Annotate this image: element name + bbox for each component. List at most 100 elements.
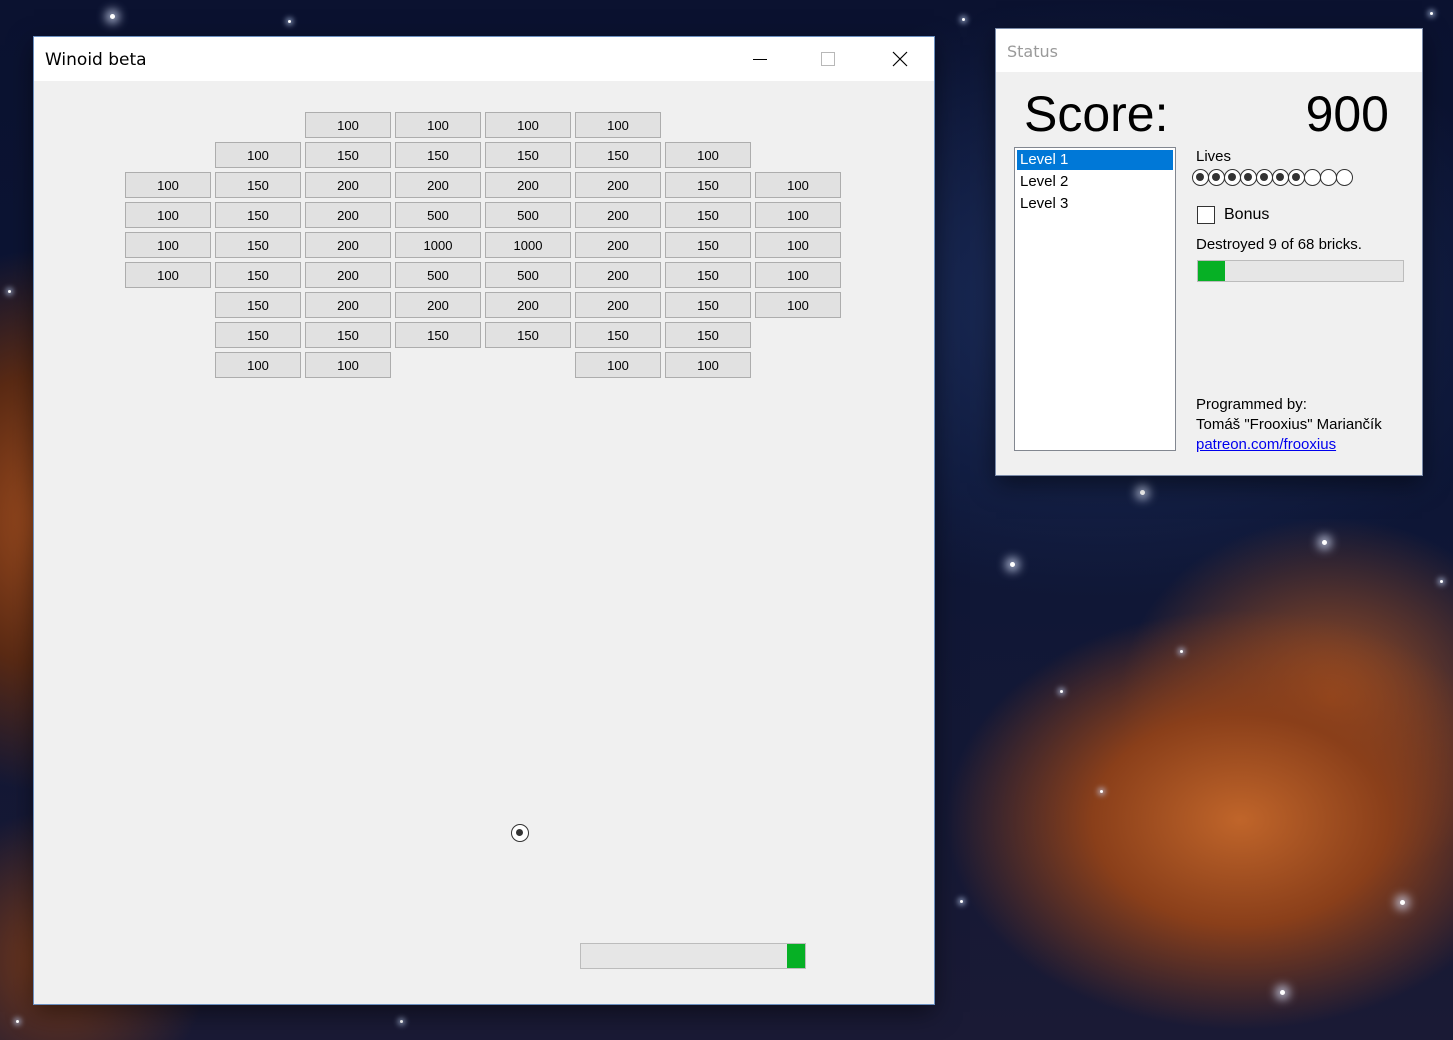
level-item[interactable]: Level 2 (1017, 172, 1173, 192)
brick: 100 (575, 352, 661, 378)
bonus-checkbox[interactable]: Bonus (1197, 206, 1269, 224)
brick: 150 (665, 262, 751, 288)
brick: 500 (485, 202, 571, 228)
brick: 100 (755, 172, 841, 198)
patreon-link[interactable]: patreon.com/frooxius (1196, 436, 1336, 453)
life-full-icon (1240, 169, 1257, 186)
brick: 100 (395, 112, 481, 138)
life-full-icon (1192, 169, 1209, 186)
brick: 200 (305, 262, 391, 288)
ball (511, 824, 529, 842)
brick: 150 (215, 202, 301, 228)
brick: 100 (125, 202, 211, 228)
credits: Programmed by: Tomáš "Frooxius" Mariančí… (1196, 395, 1382, 455)
bricks-progress-bar (1197, 260, 1404, 282)
star (1280, 990, 1285, 995)
star (1180, 650, 1183, 653)
bonus-label: Bonus (1224, 206, 1270, 223)
brick: 100 (125, 232, 211, 258)
close-button[interactable] (877, 37, 923, 81)
brick: 150 (575, 142, 661, 168)
brick: 150 (665, 322, 751, 348)
title-bar[interactable]: Winoid beta (34, 37, 934, 81)
status-window-title: Status (1007, 42, 1058, 61)
brick: 150 (485, 322, 571, 348)
game-window: Winoid beta 100 100 100 100 100 150 150 150 150 1… (34, 37, 934, 1004)
lives-label: Lives (1196, 148, 1232, 165)
brick: 100 (125, 172, 211, 198)
brick: 100 (215, 352, 301, 378)
brick: 100 (755, 202, 841, 228)
brick: 500 (485, 262, 571, 288)
brick: 150 (215, 292, 301, 318)
brick: 100 (755, 292, 841, 318)
star (1060, 690, 1063, 693)
score-value: 900 (1305, 86, 1389, 142)
brick: 150 (485, 142, 571, 168)
brick: 100 (125, 262, 211, 288)
life-full-icon (1272, 169, 1289, 186)
brick: 100 (305, 112, 391, 138)
maximize-icon (821, 52, 835, 66)
brick: 150 (215, 322, 301, 348)
brick: 200 (485, 172, 571, 198)
star (1430, 12, 1433, 15)
brick: 500 (395, 262, 481, 288)
star (110, 14, 115, 19)
brick: 200 (575, 202, 661, 228)
brick: 150 (575, 322, 661, 348)
life-full-icon (1256, 169, 1273, 186)
paddle[interactable] (580, 943, 806, 969)
brick: 1000 (485, 232, 571, 258)
star (8, 290, 11, 293)
level-item[interactable]: Level 3 (1017, 194, 1173, 214)
brick: 150 (305, 322, 391, 348)
brick: 200 (575, 172, 661, 198)
life-empty-icon (1320, 169, 1337, 186)
life-full-icon (1208, 169, 1225, 186)
score-label: Score: (1024, 86, 1169, 142)
brick: 200 (305, 172, 391, 198)
lives-indicator (1192, 169, 1353, 191)
level-list[interactable]: Level 1 Level 2 Level 3 (1014, 147, 1176, 451)
brick: 200 (305, 232, 391, 258)
star (16, 1020, 19, 1023)
maximize-button[interactable] (805, 37, 851, 81)
minimize-icon (753, 58, 767, 60)
brick: 100 (305, 352, 391, 378)
checkbox-box[interactable] (1197, 206, 1215, 224)
window-title: Winoid beta (45, 50, 147, 70)
brick: 200 (395, 172, 481, 198)
star (400, 1020, 403, 1023)
status-window: Status Score: 900 Level 1 Level 2 Level … (996, 29, 1422, 475)
progress-fill (1198, 261, 1226, 281)
status-title-bar[interactable]: Status (996, 29, 1422, 72)
brick: 150 (395, 142, 481, 168)
level-item[interactable]: Level 1 (1017, 150, 1173, 170)
close-icon (892, 51, 908, 67)
brick: 150 (215, 172, 301, 198)
paddle-highlight (787, 944, 805, 968)
brick: 200 (305, 292, 391, 318)
brick: 100 (755, 232, 841, 258)
brick: 100 (665, 142, 751, 168)
star (1100, 790, 1103, 793)
brick: 100 (575, 112, 661, 138)
programmed-by-label: Programmed by: (1196, 396, 1307, 413)
brick: 200 (575, 292, 661, 318)
brick: 150 (215, 262, 301, 288)
star (962, 18, 965, 21)
destroyed-status-text: Destroyed 9 of 68 bricks. (1196, 236, 1362, 253)
star (960, 900, 963, 903)
brick: 100 (755, 262, 841, 288)
life-empty-icon (1304, 169, 1321, 186)
life-full-icon (1288, 169, 1305, 186)
minimize-button[interactable] (737, 37, 783, 81)
brick: 150 (665, 232, 751, 258)
brick: 200 (485, 292, 571, 318)
brick: 150 (395, 322, 481, 348)
star (1440, 580, 1443, 583)
brick: 200 (395, 292, 481, 318)
brick: 200 (305, 202, 391, 228)
brick: 150 (305, 142, 391, 168)
